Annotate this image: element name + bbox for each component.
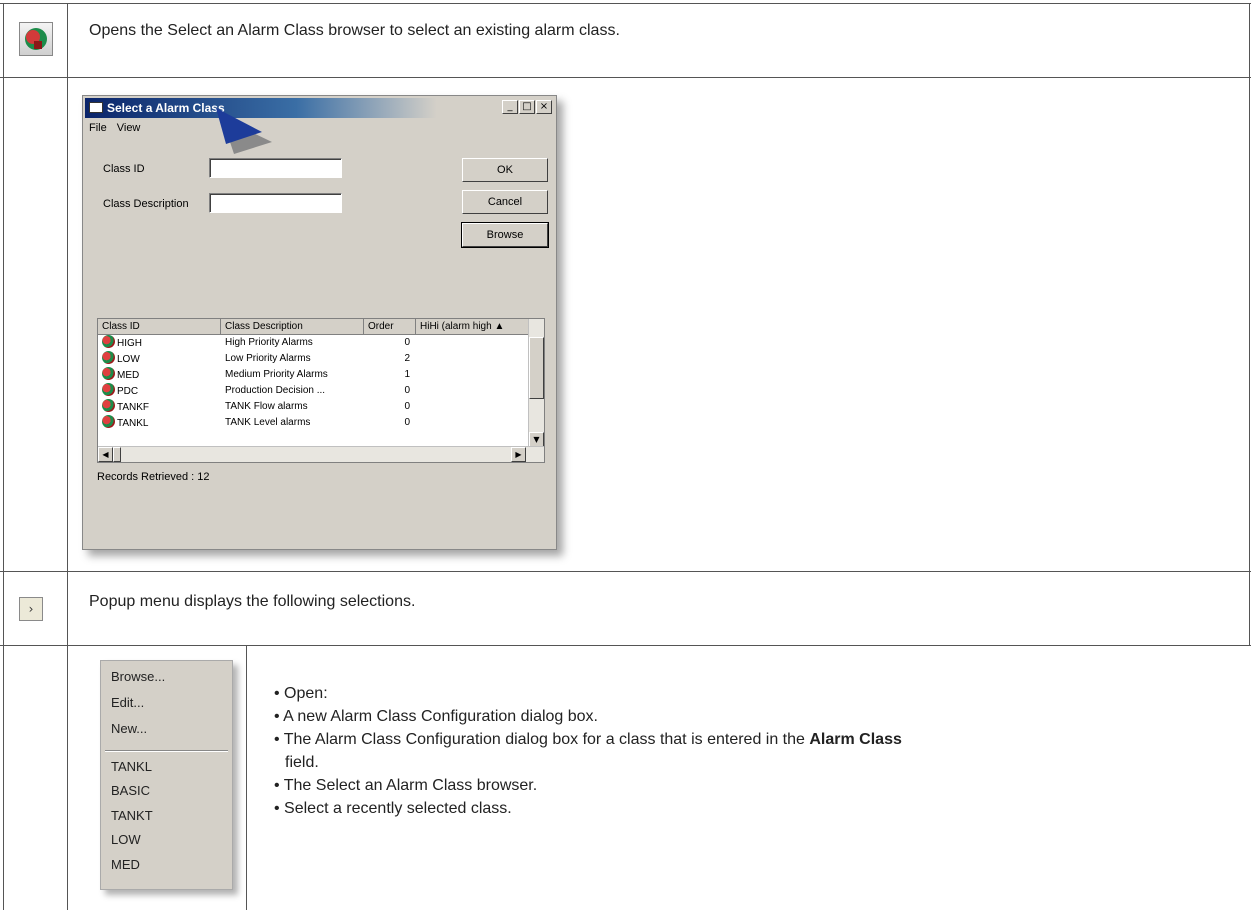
cell-class-description: High Priority Alarms — [225, 337, 313, 348]
popup-menu: Browse... Edit... New... TANKL BASIC TAN… — [100, 660, 233, 890]
alarm-class-icon — [25, 28, 47, 50]
bullet-browse: • The Select an Alarm Class browser. — [274, 777, 538, 794]
cell-order: 0 — [404, 337, 410, 348]
cell-order: 2 — [404, 353, 410, 364]
row-divider-3 — [0, 645, 1251, 646]
column-hihi[interactable]: HiHi (alarm high ▲ — [416, 319, 529, 335]
table-row[interactable]: MED Medium Priority Alarms 1 — [98, 367, 529, 383]
column-divider — [67, 3, 68, 910]
menu-separator — [105, 750, 228, 752]
table-row[interactable]: LOW Low Priority Alarms 2 — [98, 351, 529, 367]
vertical-scrollbar[interactable]: ▼ — [528, 319, 544, 447]
row-divider-2 — [0, 571, 1251, 572]
cell-class-description: Production Decision ... — [225, 385, 326, 396]
arrow-pointer-icon — [216, 108, 272, 154]
alarm-class-list: Class ID Class Description Order HiHi (a… — [97, 318, 545, 463]
row-divider-1 — [0, 77, 1251, 78]
table-row[interactable]: HIGH High Priority Alarms 0 — [98, 335, 529, 351]
menu-item-edit[interactable]: Edit... — [111, 695, 144, 710]
table-row[interactable]: TANKL TANK Level alarms 0 — [98, 415, 529, 431]
table-row[interactable]: PDC Production Decision ... 0 — [98, 383, 529, 399]
alarm-class-icon — [102, 383, 115, 396]
menu-item-recent[interactable]: LOW — [111, 832, 141, 847]
cell-class-description: Low Priority Alarms — [225, 353, 311, 364]
table-border-right — [1249, 3, 1250, 645]
horizontal-scrollbar[interactable]: ◀ ▶ — [98, 446, 544, 462]
scroll-left-icon[interactable]: ◀ — [98, 447, 113, 462]
cell-class-id: PDC — [117, 386, 139, 397]
cell-class-id: HIGH — [117, 338, 142, 349]
dialog-titlebar: Select a Alarm Class _ □ × — [85, 98, 554, 118]
column-class-description[interactable]: Class Description — [221, 319, 364, 335]
cancel-button[interactable]: Cancel — [462, 190, 548, 214]
menu-view[interactable]: View — [117, 122, 141, 134]
bullet-recent: • Select a recently selected class. — [274, 800, 512, 817]
bullet-edit-bold: Alarm Class — [809, 731, 902, 748]
menu-item-recent[interactable]: TANKL — [111, 759, 152, 774]
row3-description: Popup menu displays the following select… — [89, 593, 416, 610]
dialog-menubar: File View — [89, 122, 140, 134]
alarm-class-browse-icon[interactable] — [19, 22, 53, 56]
bullet-open: • Open: — [274, 685, 328, 702]
column-order[interactable]: Order — [364, 319, 416, 335]
row1-description: Opens the Select an Alarm Class browser … — [89, 22, 620, 39]
cell-class-id: TANKF — [117, 402, 150, 413]
cell-class-description: TANK Flow alarms — [225, 401, 308, 412]
cell-class-description: Medium Priority Alarms — [225, 369, 328, 380]
dialog-title: Select a Alarm Class — [107, 101, 225, 115]
records-retrieved: Records Retrieved : 12 — [97, 471, 210, 483]
alarm-class-icon — [102, 415, 115, 428]
bullet-edit-text: • The Alarm Class Configuration dialog b… — [274, 731, 810, 748]
table-row[interactable]: TANKF TANK Flow alarms 0 — [98, 399, 529, 415]
window-icon — [89, 102, 103, 113]
alarm-class-icon — [102, 399, 115, 412]
inner-column-divider — [246, 645, 247, 910]
class-description-label: Class Description — [103, 198, 189, 210]
horizontal-scroll-thumb[interactable] — [113, 447, 121, 462]
vertical-scroll-thumb[interactable] — [529, 337, 544, 399]
alarm-class-icon — [102, 367, 115, 380]
class-description-input[interactable] — [209, 193, 342, 213]
menu-item-recent[interactable]: MED — [111, 857, 140, 872]
browse-button[interactable]: Browse — [461, 222, 549, 248]
class-id-label: Class ID — [103, 163, 145, 175]
class-id-input[interactable] — [209, 158, 342, 178]
scroll-down-icon[interactable]: ▼ — [529, 432, 544, 447]
scroll-right-icon[interactable]: ▶ — [511, 447, 526, 462]
close-icon[interactable]: × — [536, 100, 552, 114]
ok-button[interactable]: OK — [462, 158, 548, 182]
cell-class-description: TANK Level alarms — [225, 417, 311, 428]
alarm-class-icon — [102, 351, 115, 364]
bullet-edit: • The Alarm Class Configuration dialog b… — [274, 731, 902, 749]
select-alarm-class-dialog: Select a Alarm Class _ □ × File View Cla… — [82, 95, 557, 550]
bullet-new: • A new Alarm Class Configuration dialog… — [274, 708, 598, 725]
cell-order: 0 — [404, 417, 410, 428]
cell-class-id: TANKL — [117, 418, 149, 429]
table-border-top — [0, 3, 1251, 4]
alarm-class-icon — [102, 335, 115, 348]
menu-item-recent[interactable]: TANKT — [111, 808, 153, 823]
menu-file[interactable]: File — [89, 122, 107, 134]
list-header: Class ID Class Description Order HiHi (a… — [98, 319, 529, 335]
cell-order: 0 — [404, 385, 410, 396]
menu-item-new[interactable]: New... — [111, 721, 147, 736]
table-border-left — [3, 3, 4, 910]
cell-class-id: LOW — [117, 354, 140, 365]
window-controls: _ □ × — [502, 100, 552, 114]
maximize-icon[interactable]: □ — [519, 100, 535, 114]
minimize-icon[interactable]: _ — [502, 100, 518, 114]
column-class-id[interactable]: Class ID — [98, 319, 221, 335]
cell-order: 1 — [404, 369, 410, 380]
menu-item-recent[interactable]: BASIC — [111, 783, 150, 798]
bullet-edit-continued: field. — [285, 754, 319, 771]
cell-order: 0 — [404, 401, 410, 412]
menu-item-browse[interactable]: Browse... — [111, 669, 165, 684]
popup-menu-button[interactable]: › — [19, 597, 43, 621]
cell-class-id: MED — [117, 370, 140, 381]
